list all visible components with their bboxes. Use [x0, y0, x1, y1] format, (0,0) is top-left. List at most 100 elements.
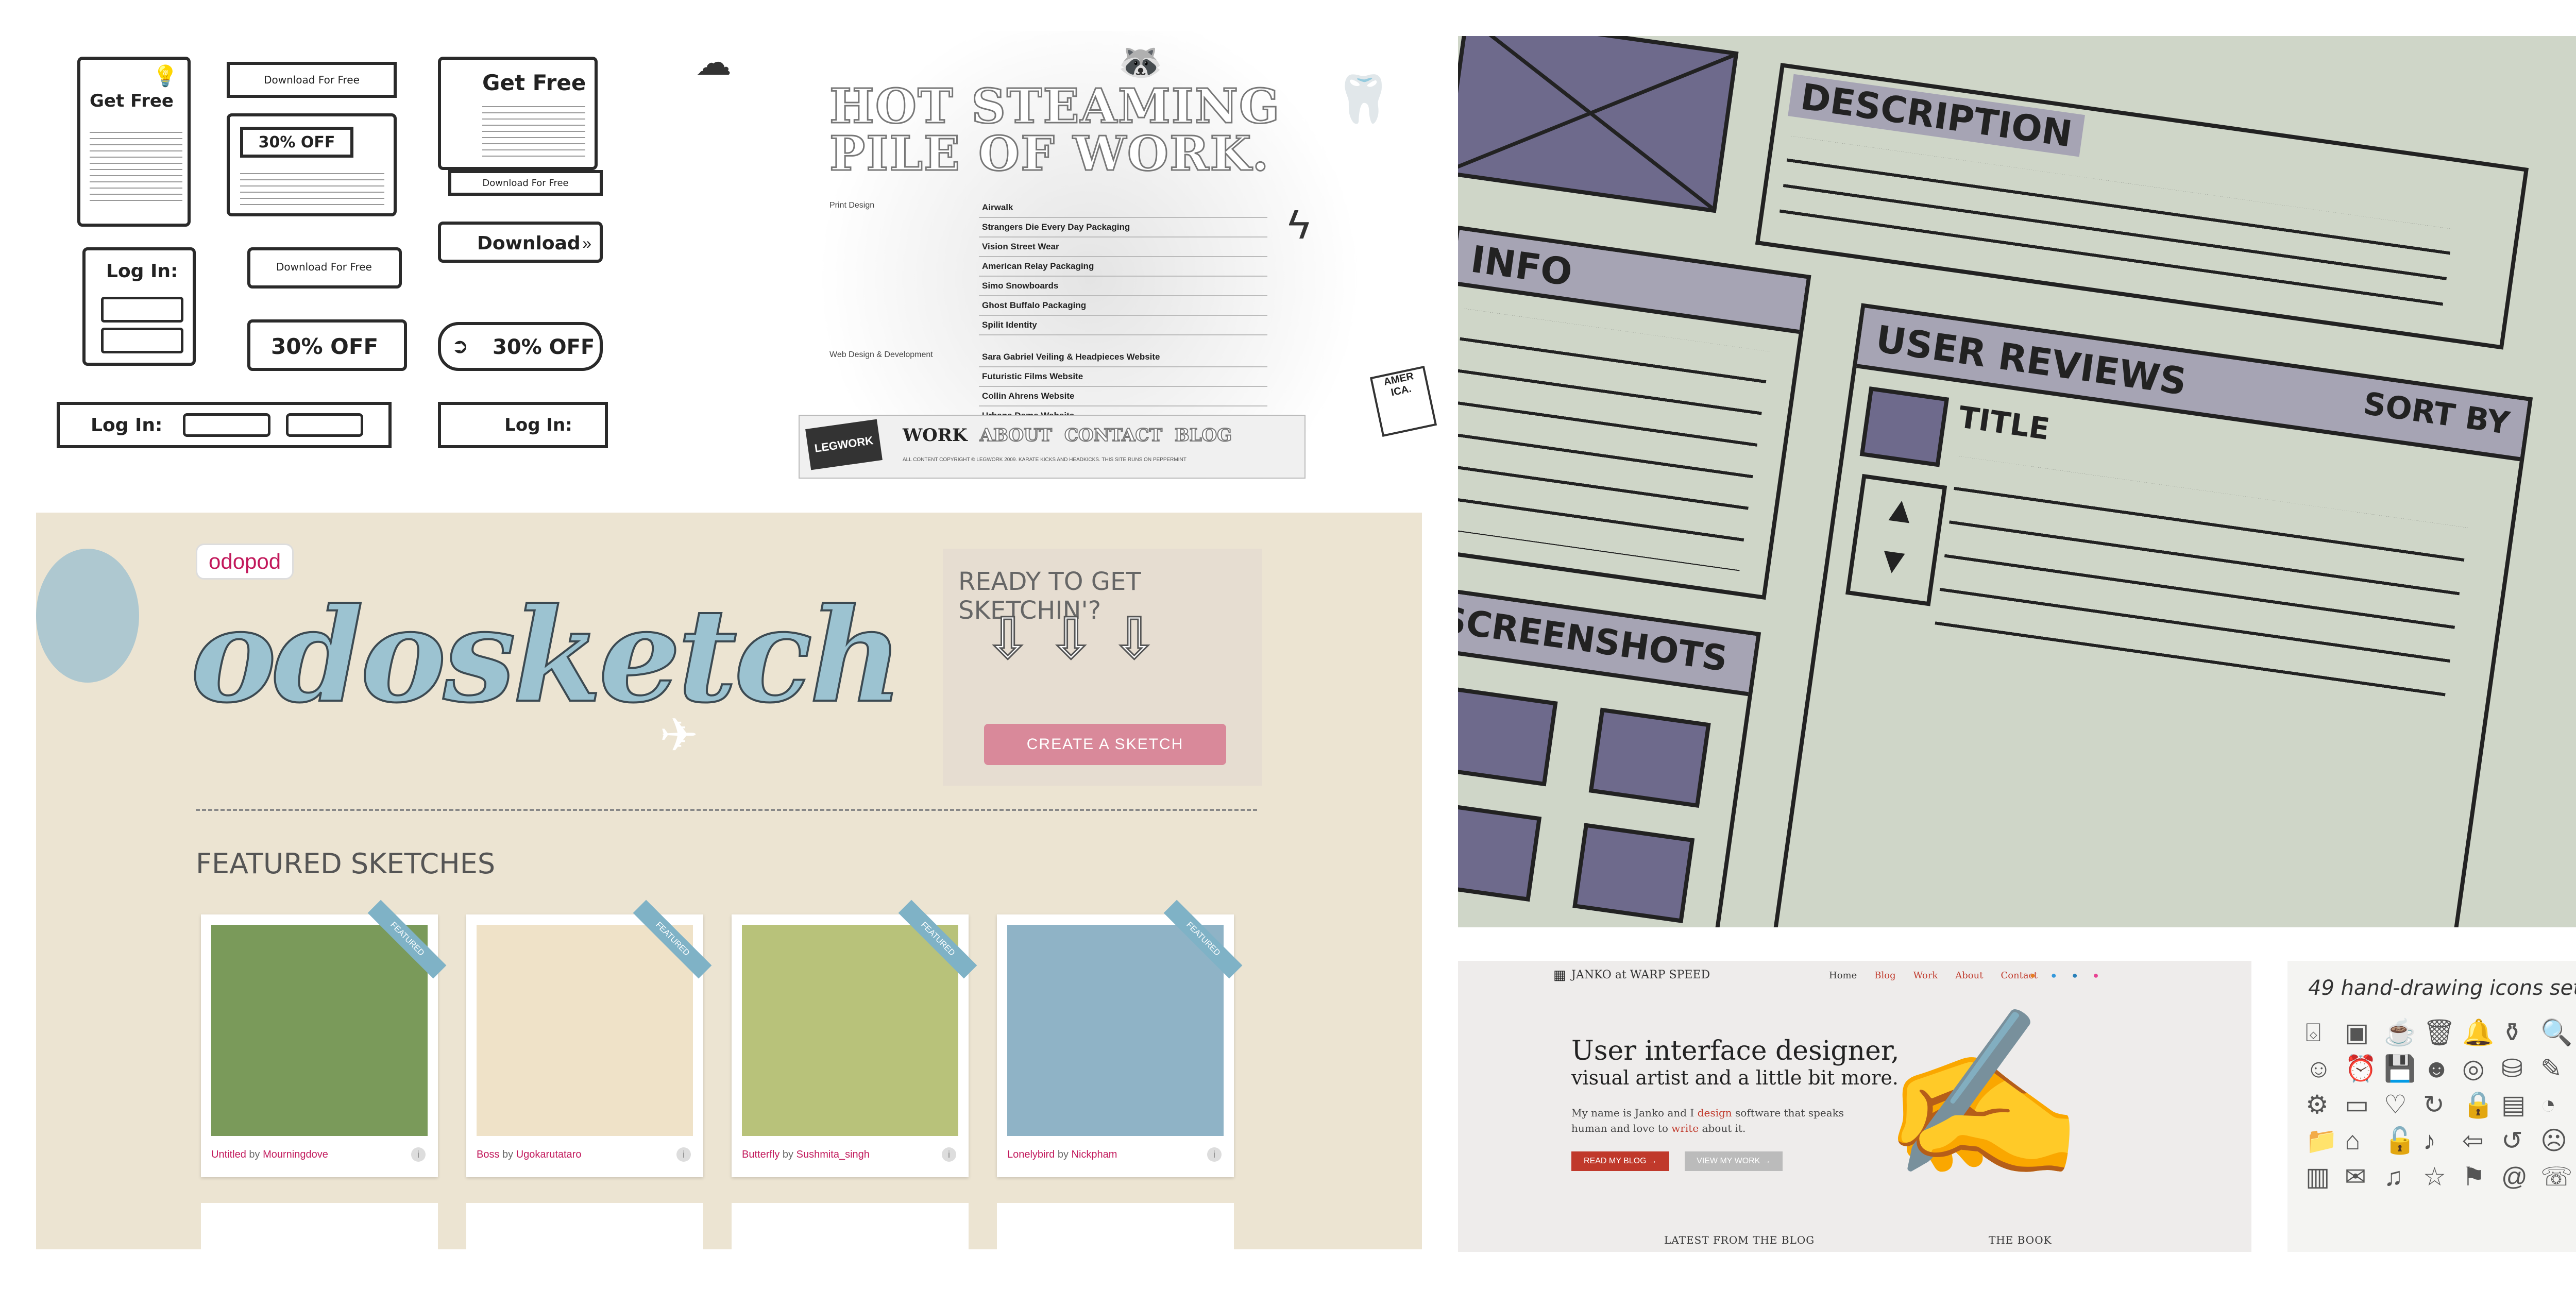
people-icon: ☹: [2540, 1126, 2568, 1155]
paper-plane-icon: ✈: [659, 710, 699, 761]
30-off-button[interactable]: 30% OFF: [240, 127, 353, 158]
download-for-free-button-2[interactable]: Download For Free: [448, 170, 603, 196]
get-free-card: Get Free 💡: [77, 57, 191, 227]
odosketch-panel: odopod odosketch ✈ READY TO GET SKETCHIN…: [36, 513, 1422, 1249]
sketch-thumbnail[interactable]: [1007, 925, 1224, 1136]
padlock-icon: 🔓: [2384, 1126, 2416, 1155]
info-icon[interactable]: i: [411, 1147, 426, 1162]
nav-home[interactable]: Home: [1829, 970, 1857, 981]
login-ribbon-2[interactable]: Log In:: [438, 402, 608, 448]
sketch-thumbnail[interactable]: [477, 925, 693, 1136]
write-link[interactable]: write: [1671, 1122, 1699, 1134]
print-design-item[interactable]: Vision Street Wear: [979, 238, 1267, 257]
sketch-author-link[interactable]: Ugokarutataro: [516, 1149, 582, 1160]
download-button[interactable]: Download »: [438, 222, 603, 263]
sketch-author-link[interactable]: Mourningdove: [263, 1149, 328, 1160]
sketch-card[interactable]: FEATURED Butterfly by Sushmita_singh i: [732, 900, 977, 1177]
nav-blog[interactable]: BLOG: [1174, 425, 1232, 446]
print-design-item[interactable]: Airwalk: [979, 198, 1267, 218]
wireframe-sketch-panel: DESCRIPTION INFO USER REVIEWS SORT BY TI…: [1458, 36, 2576, 927]
dribbble-icon[interactable]: ●: [2093, 970, 2099, 981]
odosketch-logo: odosketch: [190, 579, 904, 732]
login-ribbon-pass-input[interactable]: [286, 413, 364, 437]
arrow-left-icon: ⇦: [2462, 1126, 2484, 1155]
arrow-circle-icon: ➲: [451, 335, 469, 358]
rss-icon[interactable]: ●: [2030, 970, 2036, 981]
print-design-item[interactable]: Spilit Identity: [979, 316, 1267, 335]
download-bar[interactable]: Download For Free: [247, 247, 402, 289]
nav-about[interactable]: ABOUT: [979, 425, 1053, 446]
nav-work[interactable]: WORK: [903, 425, 968, 446]
bottle-icon: ⚱: [2501, 1018, 2523, 1047]
screenshot-thumb-icon[interactable]: [1572, 823, 1695, 923]
divider: [196, 809, 1257, 811]
note-icon: ▤: [2501, 1090, 2526, 1119]
sort-by-control[interactable]: SORT BY: [2361, 385, 2512, 442]
sketch-title-link[interactable]: Untitled: [211, 1149, 246, 1160]
download-for-free-button[interactable]: Download For Free: [227, 62, 397, 98]
nav-blog[interactable]: Blog: [1874, 970, 1895, 981]
nav-work[interactable]: Work: [1913, 970, 1938, 981]
user-reviews-box: USER REVIEWS SORT BY TITLE ▲ ▼: [1767, 303, 2533, 927]
info-icon[interactable]: i: [676, 1147, 691, 1162]
create-sketch-button[interactable]: CREATE A SKETCH: [984, 724, 1226, 765]
sketch-author-link[interactable]: Sushmita_singh: [796, 1149, 870, 1160]
icon-grid: ⌺ ▣ ☕ 🗑 🔔 ⚱ 🔍 ☺ ⏰ 💾 ☻ ◎ ⛁ ✎ ⚙ ▭ ♡ ↻ 🔒 ▤ …: [2306, 1017, 2576, 1198]
clock-icon: ⏰: [2345, 1054, 2377, 1083]
web-design-label: Web Design & Development: [829, 350, 933, 359]
screenshot-thumb-icon[interactable]: [1588, 707, 1711, 808]
info-icon[interactable]: i: [942, 1147, 956, 1162]
arrow-down-icon[interactable]: ▼: [1852, 530, 1935, 591]
sketch-thumbnail[interactable]: [742, 925, 958, 1136]
sketch-title-link[interactable]: Butterfly: [742, 1149, 779, 1160]
design-link[interactable]: design: [1698, 1107, 1732, 1119]
sketch-caption: Butterfly by Sushmita_singh: [742, 1149, 870, 1160]
chat-icon: ☏: [2540, 1162, 2573, 1191]
login-ribbon-user-input[interactable]: [183, 413, 271, 437]
main-nav: WORK ABOUT CONTACT BLOG: [903, 425, 1232, 446]
info-icon[interactable]: i: [1207, 1147, 1222, 1162]
home-icon: ⌂: [2345, 1126, 2361, 1155]
get-free-card-2: Get Free: [438, 57, 598, 170]
image-placeholder-icon: [1458, 36, 1739, 213]
print-design-item[interactable]: Simo Snowboards: [979, 277, 1267, 296]
lightning-icon: ϟ: [1288, 201, 1310, 247]
web-design-item[interactable]: Collin Ahrens Website: [979, 387, 1267, 406]
screenshot-thumb-icon[interactable]: [1458, 801, 1542, 902]
star-icon: ☆: [2423, 1162, 2446, 1191]
twitter-icon[interactable]: ●: [2051, 970, 2057, 981]
odopod-badge: odopod: [196, 544, 294, 580]
sketch-title-link[interactable]: Lonelybird: [1007, 1149, 1055, 1160]
database-icon: ⛁: [2501, 1054, 2523, 1083]
print-design-item[interactable]: Strangers Die Every Day Packaging: [979, 218, 1267, 238]
monitor-icon: ▭: [2345, 1090, 2369, 1119]
print-design-item[interactable]: Ghost Buffalo Packaging: [979, 296, 1267, 316]
username-input[interactable]: [101, 297, 183, 323]
sketch-author-link[interactable]: Nickpham: [1072, 1149, 1117, 1160]
sketch-thumbnail[interactable]: [211, 925, 428, 1136]
envelope-icon: ✉: [2345, 1162, 2366, 1191]
web-design-item[interactable]: Futuristic Films Website: [979, 367, 1267, 387]
read-blog-button[interactable]: READ MY BLOG →: [1571, 1151, 1669, 1171]
heart-icon: ♡: [2384, 1090, 2407, 1119]
view-work-button[interactable]: VIEW MY WORK →: [1685, 1151, 1783, 1171]
vote-arrows[interactable]: ▲ ▼: [1845, 473, 1947, 606]
screenshot-thumb-icon[interactable]: [1458, 686, 1558, 787]
30-off-burst-button[interactable]: 30% OFF: [247, 319, 407, 371]
print-design-item[interactable]: American Relay Packaging: [979, 257, 1267, 277]
30-off-pill-button[interactable]: ➲ 30% OFF: [438, 322, 603, 371]
password-input[interactable]: [101, 328, 183, 353]
sketch-title-link[interactable]: Boss: [477, 1149, 499, 1160]
info-box: INFO: [1458, 225, 1811, 600]
heading-2: visual artist and a little bit more.: [1571, 1066, 1899, 1089]
sketch-card[interactable]: FEATURED Lonelybird by Nickpham i: [997, 900, 1243, 1177]
nav-contact[interactable]: CONTACT: [1064, 425, 1163, 446]
print-design-list: Airwalk Strangers Die Every Day Packaging…: [979, 198, 1267, 335]
facebook-icon[interactable]: ●: [2072, 970, 2078, 981]
web-design-item[interactable]: Sara Gabriel Veiling & Headpieces Websit…: [979, 348, 1267, 367]
sketch-card[interactable]: FEATURED Boss by Ugokarutataro i: [466, 900, 712, 1177]
nav-about[interactable]: About: [1955, 970, 1983, 981]
social-icons: ● ● ● ●: [2030, 970, 2099, 981]
heading-1: User interface designer,: [1571, 1036, 1900, 1066]
sketch-card[interactable]: FEATURED Untitled by Mourningdove i: [201, 900, 447, 1177]
